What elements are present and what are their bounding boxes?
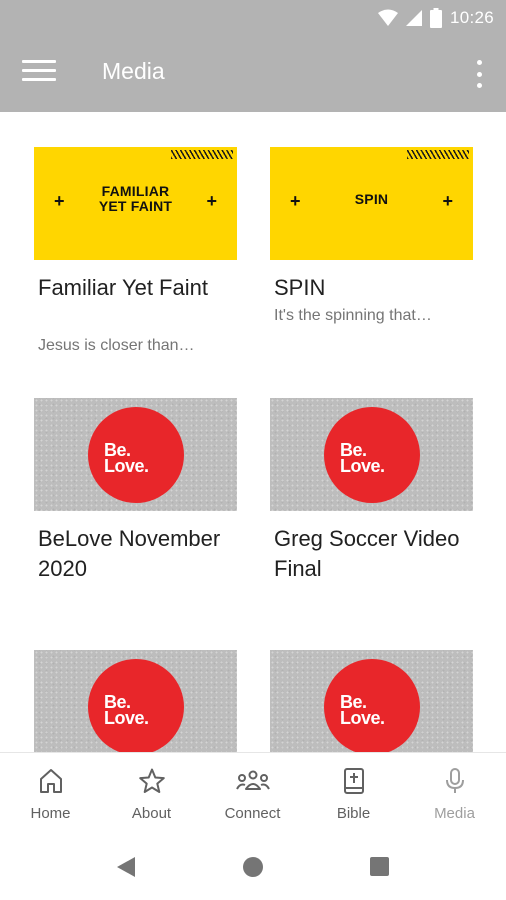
thumbnail-text: FAMILIAR YET FAINT xyxy=(98,183,173,214)
media-subtitle: Jesus is closer than… xyxy=(38,337,195,354)
media-title[interactable]: SPIN xyxy=(274,273,474,303)
media-thumbnail[interactable]: Be. Love. xyxy=(270,398,473,511)
status-time: 10:26 xyxy=(449,8,494,27)
nav-label: Home xyxy=(30,805,71,822)
media-thumbnail[interactable]: + + FAMILIAR YET FAINT xyxy=(34,147,237,260)
more-options-icon[interactable] xyxy=(474,60,484,88)
system-navigation-bar xyxy=(0,838,506,900)
media-card[interactable]: + + SPIN SPIN It's the spinning that… xyxy=(270,147,473,377)
star-icon xyxy=(139,768,165,793)
belove-logo: Be. Love. xyxy=(88,407,184,503)
media-card[interactable]: Be. Love. Greg Soccer Video Final xyxy=(270,398,473,628)
media-card[interactable]: Be. Love. xyxy=(270,650,473,763)
nav-item-media[interactable]: Media xyxy=(404,753,505,839)
home-icon xyxy=(40,769,62,793)
recent-apps-icon[interactable] xyxy=(370,857,389,876)
nav-label: About xyxy=(131,805,172,822)
media-thumbnail[interactable]: Be. Love. xyxy=(34,398,237,511)
people-icon xyxy=(236,770,270,790)
bible-icon xyxy=(344,768,364,794)
page-title: Media xyxy=(102,58,165,84)
status-bar: 10:26 xyxy=(0,0,506,36)
media-card[interactable]: Be. Love. BeLove November 2020 xyxy=(34,398,237,628)
app-bar: Media xyxy=(0,36,506,112)
media-card[interactable]: Be. Love. xyxy=(34,650,237,763)
stripes-decoration xyxy=(407,150,469,159)
nav-item-about[interactable]: About xyxy=(101,753,202,839)
belove-logo: Be. Love. xyxy=(324,407,420,503)
signal-icon xyxy=(405,10,422,26)
belove-logo: Be. Love. xyxy=(324,659,420,755)
media-thumbnail[interactable]: Be. Love. xyxy=(34,650,237,763)
wifi-icon xyxy=(377,9,398,26)
media-thumbnail[interactable]: Be. Love. xyxy=(270,650,473,763)
belove-logo: Be. Love. xyxy=(88,659,184,755)
bottom-navigation: Home About Connect Bible Media xyxy=(0,752,506,839)
media-card[interactable]: + + FAMILIAR YET FAINT Familiar Yet Fain… xyxy=(34,147,237,377)
battery-icon xyxy=(429,8,442,28)
media-title[interactable]: Familiar Yet Faint xyxy=(38,273,238,303)
media-title[interactable]: Greg Soccer Video Final xyxy=(274,524,474,584)
thumbnail-text: SPIN xyxy=(354,191,389,207)
back-icon[interactable] xyxy=(116,856,136,878)
hamburger-menu-icon[interactable] xyxy=(22,60,56,88)
nav-label: Media xyxy=(434,805,475,822)
nav-label: Bible xyxy=(336,805,371,822)
nav-item-home[interactable]: Home xyxy=(0,753,101,839)
nav-label: Connect xyxy=(224,805,281,822)
stripes-decoration xyxy=(171,150,233,159)
home-button-icon[interactable] xyxy=(243,857,263,877)
media-title[interactable]: BeLove November 2020 xyxy=(38,524,238,584)
media-subtitle: It's the spinning that… xyxy=(274,307,432,324)
nav-item-connect[interactable]: Connect xyxy=(202,753,303,839)
nav-item-bible[interactable]: Bible xyxy=(303,753,404,839)
mic-icon xyxy=(446,768,464,793)
media-thumbnail[interactable]: + + SPIN xyxy=(270,147,473,260)
